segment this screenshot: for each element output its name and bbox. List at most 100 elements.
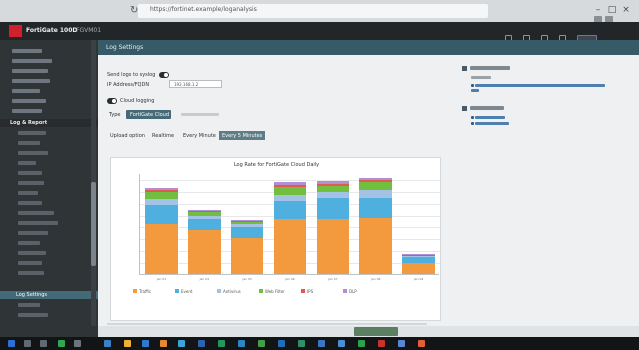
- bar-segment-event[interactable]: [145, 204, 178, 225]
- taskbar-app-icon[interactable]: [358, 340, 365, 347]
- ip-address-input[interactable]: 192.168.1.2: [169, 80, 222, 88]
- sidebar-subitem[interactable]: [0, 220, 98, 228]
- bar-segment-web-filter[interactable]: [316, 185, 350, 193]
- bar-segment-traffic[interactable]: [145, 224, 178, 274]
- sidebar-subitem[interactable]: [0, 312, 98, 320]
- bar-segment-event[interactable]: [402, 257, 435, 263]
- type-option-selected[interactable]: FortiGate Cloud: [126, 110, 171, 119]
- taskbar-app-icon[interactable]: [142, 340, 149, 347]
- sidebar-subitem[interactable]: [0, 140, 98, 148]
- panel-link-continued[interactable]: [471, 89, 479, 92]
- bar-segment-web-filter[interactable]: [402, 255, 435, 257]
- minimize-icon[interactable]: –: [592, 4, 604, 16]
- bar-segment-event[interactable]: [359, 197, 392, 218]
- bar-segment-traffic[interactable]: [188, 229, 221, 274]
- bar-segment-web-filter[interactable]: [359, 182, 392, 191]
- sidebar-item[interactable]: [0, 68, 98, 76]
- online-help-link[interactable]: [475, 116, 505, 119]
- fortinet-logo-icon[interactable]: [9, 25, 22, 37]
- sidebar-subitem[interactable]: [0, 210, 98, 218]
- taskbar-app-icon[interactable]: [178, 340, 185, 347]
- bar-segment-event[interactable]: [230, 226, 264, 238]
- bar-segment-antivirus[interactable]: [316, 192, 350, 198]
- bar-segment-event[interactable]: [273, 201, 307, 219]
- cloud-logging-toggle[interactable]: [107, 98, 117, 104]
- taskbar-app-icon[interactable]: [58, 340, 65, 347]
- tab-every-5-minutes[interactable]: Every 5 Minutes: [219, 131, 265, 140]
- bar-segment-ips[interactable]: [188, 211, 221, 213]
- taskbar-app-icon[interactable]: [298, 340, 305, 347]
- sidebar-section-log-report[interactable]: Log & Report: [0, 119, 98, 127]
- sidebar-subitem[interactable]: [0, 180, 98, 188]
- taskbar-app-icon[interactable]: [238, 340, 245, 347]
- sidebar-subitem[interactable]: [0, 200, 98, 208]
- taskbar-app-icon[interactable]: [218, 340, 225, 347]
- taskbar-app-icon[interactable]: [318, 340, 325, 347]
- content-horizontal-scrollbar[interactable]: [107, 323, 427, 325]
- taskbar-app-icon[interactable]: [278, 340, 285, 347]
- bar-segment-antivirus[interactable]: [230, 224, 264, 227]
- bar-segment-antivirus[interactable]: [145, 199, 178, 205]
- tab-realtime[interactable]: Realtime: [149, 131, 178, 140]
- sidebar-subitem[interactable]: [0, 170, 98, 178]
- sidebar-subitem[interactable]: [0, 150, 98, 158]
- bar-segment-web-filter[interactable]: [230, 222, 264, 225]
- taskbar-app-icon[interactable]: [418, 340, 425, 347]
- bar-segment-traffic[interactable]: [230, 237, 264, 274]
- sidebar-item[interactable]: [0, 88, 98, 96]
- bar-segment-ips[interactable]: [230, 221, 264, 223]
- taskbar-app-icon[interactable]: [378, 340, 385, 347]
- bar-segment-dlp[interactable]: [145, 187, 178, 191]
- start-icon[interactable]: [8, 340, 15, 347]
- send-logs-toggle[interactable]: [159, 72, 169, 78]
- taskbar-app-icon[interactable]: [198, 340, 205, 347]
- sidebar-subitem[interactable]: [0, 302, 98, 310]
- close-icon[interactable]: ×: [620, 4, 632, 16]
- maximize-icon[interactable]: □: [606, 4, 618, 16]
- sidebar-item[interactable]: [0, 58, 98, 66]
- taskbar-app-icon[interactable]: [124, 340, 131, 347]
- bar-segment-antivirus[interactable]: [402, 256, 435, 258]
- taskbar-app-icon[interactable]: [104, 340, 111, 347]
- sidebar-subitem[interactable]: [0, 260, 98, 268]
- bar-segment-dlp[interactable]: [230, 219, 264, 222]
- bar-segment-web-filter[interactable]: [273, 186, 307, 195]
- sidebar-item[interactable]: [0, 98, 98, 106]
- sidebar-subitem[interactable]: [0, 160, 98, 168]
- panel-link[interactable]: [475, 84, 605, 87]
- bar-segment-event[interactable]: [316, 197, 350, 219]
- search-icon[interactable]: [24, 340, 31, 347]
- bar-segment-event[interactable]: [188, 218, 221, 230]
- sidebar-item-log-settings[interactable]: Log Settings: [0, 291, 98, 299]
- bar-segment-web-filter[interactable]: [188, 212, 221, 216]
- tab-every-minute[interactable]: Every Minute: [180, 131, 216, 140]
- tab-upload-option[interactable]: Upload option: [107, 131, 145, 140]
- apply-button[interactable]: [354, 327, 398, 336]
- sidebar-item[interactable]: [0, 48, 98, 56]
- bar-segment-ips[interactable]: [402, 254, 435, 256]
- bar-segment-traffic[interactable]: [273, 218, 307, 274]
- sidebar-scrollbar[interactable]: [91, 40, 96, 326]
- video-tutorials-link[interactable]: [475, 122, 509, 125]
- sidebar-subitem[interactable]: [0, 240, 98, 248]
- bar-segment-traffic[interactable]: [402, 262, 435, 274]
- bar-segment-web-filter[interactable]: [145, 192, 178, 200]
- bar-segment-dlp[interactable]: [359, 178, 392, 181]
- sidebar-subitem[interactable]: [0, 230, 98, 238]
- bar-segment-antivirus[interactable]: [188, 215, 221, 219]
- bar-segment-dlp[interactable]: [188, 210, 221, 212]
- sidebar-subitem[interactable]: [0, 130, 98, 138]
- type-option-unselected[interactable]: [178, 110, 221, 119]
- bar-segment-traffic[interactable]: [316, 218, 350, 274]
- bar-segment-ips[interactable]: [316, 183, 350, 186]
- bar-segment-antivirus[interactable]: [359, 190, 392, 198]
- taskbar-app-icon[interactable]: [258, 340, 265, 347]
- bar-segment-ips[interactable]: [359, 180, 392, 183]
- taskbar-app-icon[interactable]: [398, 340, 405, 347]
- bar-segment-dlp[interactable]: [316, 181, 350, 184]
- bar-segment-dlp[interactable]: [273, 182, 307, 185]
- sidebar-scrollbar-thumb[interactable]: [91, 182, 96, 266]
- sidebar-subitem[interactable]: [0, 250, 98, 258]
- sidebar-item[interactable]: [0, 78, 98, 86]
- bar-segment-ips[interactable]: [145, 190, 178, 193]
